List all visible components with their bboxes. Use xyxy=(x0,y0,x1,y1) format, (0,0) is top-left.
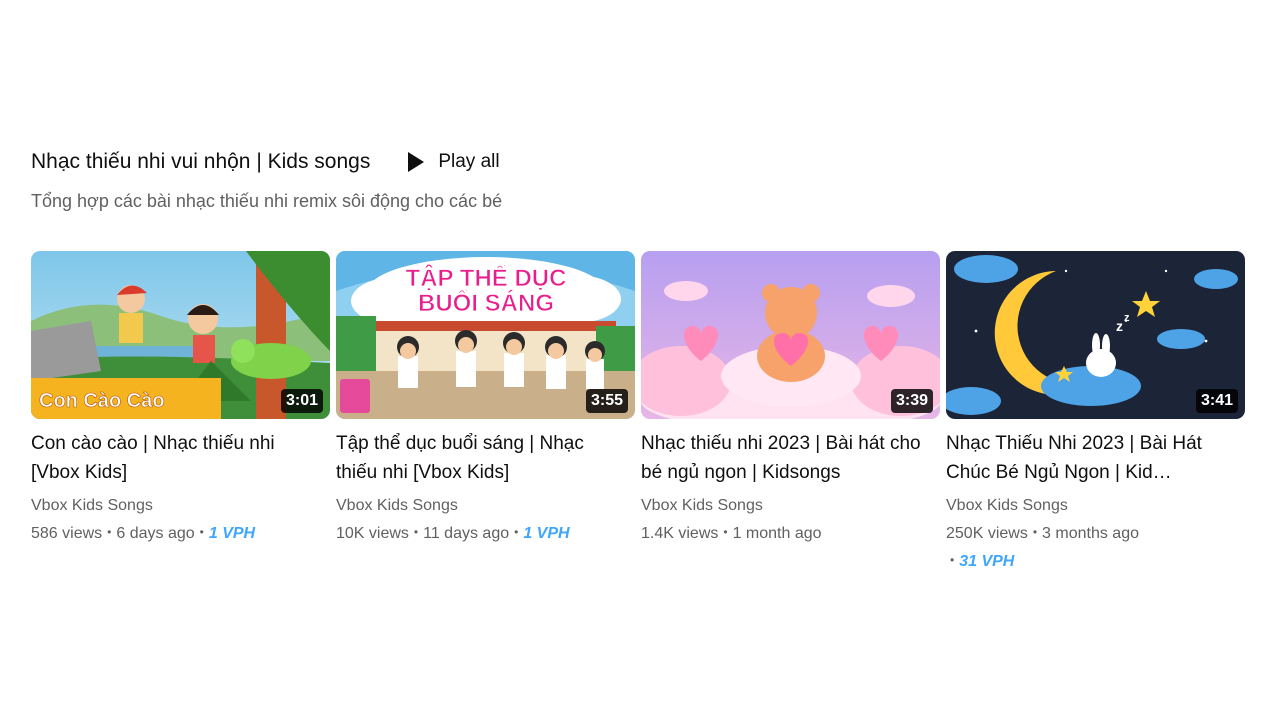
upload-age: 6 days ago xyxy=(116,525,195,542)
shelf-header: Nhạc thiếu nhi vui nhộn | Kids songs Pla… xyxy=(31,146,1245,178)
upload-age: 3 months ago xyxy=(1042,525,1139,542)
play-icon xyxy=(408,152,425,172)
svg-text:z: z xyxy=(1116,318,1123,334)
shelf: Nhạc thiếu nhi vui nhộn | Kids songs Pla… xyxy=(31,146,1245,214)
play-all-label: Play all xyxy=(438,151,500,172)
video-grid: Con Cào Cào 3:01 Con cào cào | Nhạc thiế… xyxy=(31,251,1245,572)
video-meta: 250K views • 3 months ago xyxy=(946,522,1245,544)
separator-dot: • xyxy=(723,525,728,539)
video-thumbnail[interactable]: 3:39 xyxy=(641,251,940,419)
separator-dot: • xyxy=(950,553,955,567)
svg-text:z: z xyxy=(1124,312,1130,324)
channel-name[interactable]: Vbox Kids Songs xyxy=(641,496,940,516)
upload-age: 11 days ago xyxy=(423,525,510,542)
thumbnail-text-line2: BUỔI SÁNG xyxy=(418,289,554,317)
duration-badge: 3:39 xyxy=(890,389,933,413)
view-count: 10K views xyxy=(336,525,409,542)
upload-age: 1 month ago xyxy=(732,525,822,542)
video-title[interactable]: Nhạc Thiếu Nhi 2023 | Bài Hát Chúc Bé Ng… xyxy=(946,429,1231,487)
view-count: 1.4K views xyxy=(641,525,719,542)
separator-dot: • xyxy=(514,525,519,539)
vph-badge: 1 VPH xyxy=(523,525,570,542)
thumbnail-text: Con Cào Cào xyxy=(39,390,165,412)
shelf-description: Tổng hợp các bài nhạc thiếu nhi remix sô… xyxy=(31,191,503,211)
play-all-button[interactable]: Play all xyxy=(404,146,500,178)
video-title[interactable]: Tập thể dục buổi sáng | Nhạc thiếu nhi [… xyxy=(336,429,621,487)
channel-name[interactable]: Vbox Kids Songs xyxy=(946,496,1245,516)
separator-dot: • xyxy=(199,525,204,539)
video-card: z z 3:41 Nhạc Thiếu Nhi 2023 | Bài Hát C… xyxy=(946,251,1245,572)
video-card: 3:39 Nhạc thiếu nhi 2023 | Bài hát cho b… xyxy=(641,251,940,572)
channel-name[interactable]: Vbox Kids Songs xyxy=(31,496,330,516)
video-meta: 10K views • 11 days ago • 1 VPH xyxy=(336,522,635,544)
separator-dot: • xyxy=(413,525,419,539)
vph-line: • 31 VPH xyxy=(946,550,1245,572)
duration-badge: 3:55 xyxy=(585,389,628,413)
separator-dot: • xyxy=(1032,525,1038,539)
video-thumbnail[interactable]: TẬP THỂ DỤC BUỔI SÁNG 3:55 xyxy=(336,251,635,419)
channel-name[interactable]: Vbox Kids Songs xyxy=(336,496,635,516)
shelf-title[interactable]: Nhạc thiếu nhi vui nhộn | Kids songs xyxy=(31,146,370,178)
video-thumbnail[interactable]: Con Cào Cào 3:01 xyxy=(31,251,330,419)
video-card: TẬP THỂ DỤC BUỔI SÁNG 3:55 Tập thể dục b… xyxy=(336,251,635,572)
video-title[interactable]: Nhạc thiếu nhi 2023 | Bài hát cho bé ngủ… xyxy=(641,429,926,487)
separator-dot: • xyxy=(107,525,112,539)
video-thumbnail[interactable]: z z 3:41 xyxy=(946,251,1245,419)
duration-badge: 3:01 xyxy=(280,389,323,413)
view-count: 586 views xyxy=(31,525,103,542)
video-title[interactable]: Con cào cào | Nhạc thiếu nhi [Vbox Kids] xyxy=(31,429,316,487)
vph-badge: 1 VPH xyxy=(208,525,256,542)
duration-badge: 3:41 xyxy=(1195,389,1238,413)
vph-badge: 31 VPH xyxy=(959,553,1015,570)
video-meta: 586 views • 6 days ago • 1 VPH xyxy=(31,522,330,544)
thumbnail-text-line1: TẬP THỂ DỤC xyxy=(406,264,567,292)
video-meta: 1.4K views • 1 month ago xyxy=(641,522,940,544)
video-card: Con Cào Cào 3:01 Con cào cào | Nhạc thiế… xyxy=(31,251,330,572)
view-count: 250K views xyxy=(946,525,1028,542)
